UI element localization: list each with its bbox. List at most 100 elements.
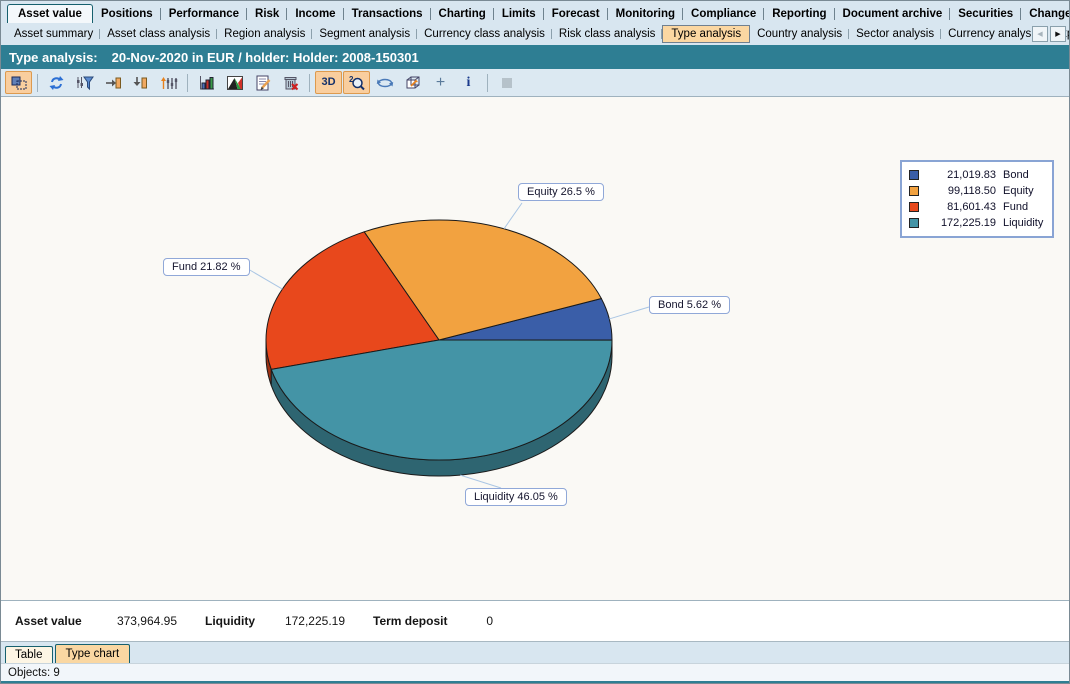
- subtab-country-analysis[interactable]: Country analysis: [750, 25, 849, 43]
- pie-callout-liquidity: Liquidity 46.05 %: [465, 488, 567, 506]
- delete-icon: [281, 74, 301, 92]
- chevron-left-icon: ◀: [1037, 30, 1042, 38]
- objects-count: Objects: 9: [8, 667, 60, 679]
- subtab-segment-analysis[interactable]: Segment analysis: [312, 25, 417, 43]
- bar-chart-icon: [197, 74, 217, 92]
- edit-report-icon: [253, 74, 273, 92]
- tab-compliance[interactable]: Compliance: [683, 5, 764, 23]
- legend-name: Fund: [1003, 201, 1028, 213]
- chevron-right-icon: ▶: [1055, 30, 1060, 38]
- rotate-icon: [375, 74, 395, 92]
- stop-button: [493, 71, 520, 94]
- tab-document-archive[interactable]: Document archive: [835, 5, 951, 23]
- scroll-tabs-left-button[interactable]: ◀: [1032, 26, 1048, 42]
- color-chart-icon: [225, 74, 245, 92]
- tab-reporting[interactable]: Reporting: [764, 5, 834, 23]
- legend-amount: 21,019.83: [926, 169, 996, 181]
- tab-performance[interactable]: Performance: [161, 5, 247, 23]
- legend-name: Bond: [1003, 169, 1029, 181]
- crosshair-button[interactable]: +: [427, 71, 454, 94]
- legend-amount: 81,601.43: [926, 201, 996, 213]
- legend-name: Equity: [1003, 185, 1034, 197]
- tab-change-tracking[interactable]: Change tracking: [1021, 5, 1070, 23]
- filter-button[interactable]: [71, 71, 98, 94]
- tab-risk[interactable]: Risk: [247, 5, 287, 23]
- legend-item-fund: 81,601.43 Fund: [909, 199, 1043, 215]
- subtab-asset-summary[interactable]: Asset summary: [7, 25, 100, 43]
- view-title-bar: Type analysis: 20-Nov-2020 in EUR / hold…: [1, 45, 1069, 69]
- application-window: Asset value Positions Performance Risk I…: [0, 0, 1070, 684]
- perspective-icon: [403, 74, 423, 92]
- three-d-toggle-button[interactable]: 3D: [315, 71, 342, 94]
- fit-diagram-button[interactable]: [5, 71, 32, 94]
- toolbar-separator: [487, 74, 488, 92]
- summary-value-term-deposit: 0: [465, 614, 493, 628]
- legend-swatch-liquidity: [909, 218, 919, 228]
- rotate-button[interactable]: [371, 71, 398, 94]
- column-right-icon: [103, 74, 123, 92]
- pie-callout-bond: Bond 5.62 %: [649, 296, 730, 314]
- zoom-mode-button[interactable]: 2: [343, 71, 370, 94]
- pie-callout-equity: Equity 26.5 %: [518, 183, 604, 201]
- pie-chart-panel: Equity 26.5 % Bond 5.62 % Fund 21.82 % L…: [1, 97, 1069, 601]
- chart-settings-icon: [159, 74, 179, 92]
- info-button[interactable]: i: [455, 71, 482, 94]
- tab-scroll-controls: ◀ ▶: [1032, 26, 1066, 42]
- summary-label-asset-value: Asset value: [15, 614, 109, 628]
- toolbar-separator: [37, 74, 38, 92]
- legend-item-liquidity: 172,225.19 Liquidity: [909, 215, 1043, 231]
- legend-item-bond: 21,019.83 Bond: [909, 167, 1043, 183]
- subtab-sector-analysis[interactable]: Sector analysis: [849, 25, 941, 43]
- toolbar-separator: [187, 74, 188, 92]
- main-tab-bar: Asset value Positions Performance Risk I…: [1, 1, 1069, 23]
- tab-income[interactable]: Income: [287, 5, 343, 23]
- chart-legend: 21,019.83 Bond 99,118.50 Equity 81,601.4…: [900, 160, 1054, 238]
- info-icon: i: [467, 76, 471, 90]
- subtab-asset-class-analysis[interactable]: Asset class analysis: [100, 25, 217, 43]
- tab-charting[interactable]: Charting: [431, 5, 494, 23]
- tab-asset-value[interactable]: Asset value: [7, 4, 93, 23]
- export-column-button[interactable]: [99, 71, 126, 94]
- legend-amount: 172,225.19: [926, 217, 996, 229]
- tab-forecast[interactable]: Forecast: [544, 5, 608, 23]
- subtab-type-analysis[interactable]: Type analysis: [662, 25, 750, 43]
- stop-icon: [502, 78, 512, 88]
- summary-value-asset-value: 373,964.95: [109, 614, 177, 628]
- legend-swatch-equity: [909, 186, 919, 196]
- status-bar: Objects: 9: [1, 663, 1069, 681]
- legend-swatch-bond: [909, 170, 919, 180]
- subtab-risk-class-analysis[interactable]: Risk class analysis: [552, 25, 663, 43]
- refresh-icon: [47, 74, 67, 92]
- color-chart-button[interactable]: [221, 71, 248, 94]
- filter-icon: [75, 74, 95, 92]
- legend-name: Liquidity: [1003, 217, 1043, 229]
- subtab-currency-class-analysis[interactable]: Currency class analysis: [417, 25, 552, 43]
- subtab-currency-analysis[interactable]: Currency analysis: [941, 25, 1046, 43]
- bottom-tab-type-chart[interactable]: Type chart: [55, 644, 131, 663]
- column-down-icon: [131, 74, 151, 92]
- tab-positions[interactable]: Positions: [93, 5, 161, 23]
- view-title: Type analysis:: [9, 50, 98, 65]
- perspective-button[interactable]: [399, 71, 426, 94]
- view-context: 20-Nov-2020 in EUR / holder: Holder: 200…: [112, 50, 419, 65]
- tab-limits[interactable]: Limits: [494, 5, 544, 23]
- bottom-tab-table[interactable]: Table: [5, 646, 53, 663]
- subtab-region-analysis[interactable]: Region analysis: [217, 25, 312, 43]
- edit-report-button[interactable]: [249, 71, 276, 94]
- summary-label-term-deposit: Term deposit: [373, 614, 465, 628]
- chart-settings-button[interactable]: [155, 71, 182, 94]
- import-column-button[interactable]: [127, 71, 154, 94]
- legend-amount: 99,118.50: [926, 185, 996, 197]
- scroll-tabs-right-button[interactable]: ▶: [1050, 26, 1066, 42]
- three-d-icon: 3D: [321, 77, 335, 88]
- tab-monitoring[interactable]: Monitoring: [608, 5, 683, 23]
- refresh-button[interactable]: [43, 71, 70, 94]
- summary-value-liquidity: 172,225.19: [269, 614, 345, 628]
- tab-securities[interactable]: Securities: [950, 5, 1021, 23]
- bar-chart-button[interactable]: [193, 71, 220, 94]
- pie-callout-line-liquidity: [460, 475, 501, 488]
- analysis-tab-bar: Asset summary Asset class analysis Regio…: [1, 23, 1069, 45]
- tab-transactions[interactable]: Transactions: [344, 5, 431, 23]
- delete-button[interactable]: [277, 71, 304, 94]
- chart-toolbar: 3D 2: [1, 69, 1069, 97]
